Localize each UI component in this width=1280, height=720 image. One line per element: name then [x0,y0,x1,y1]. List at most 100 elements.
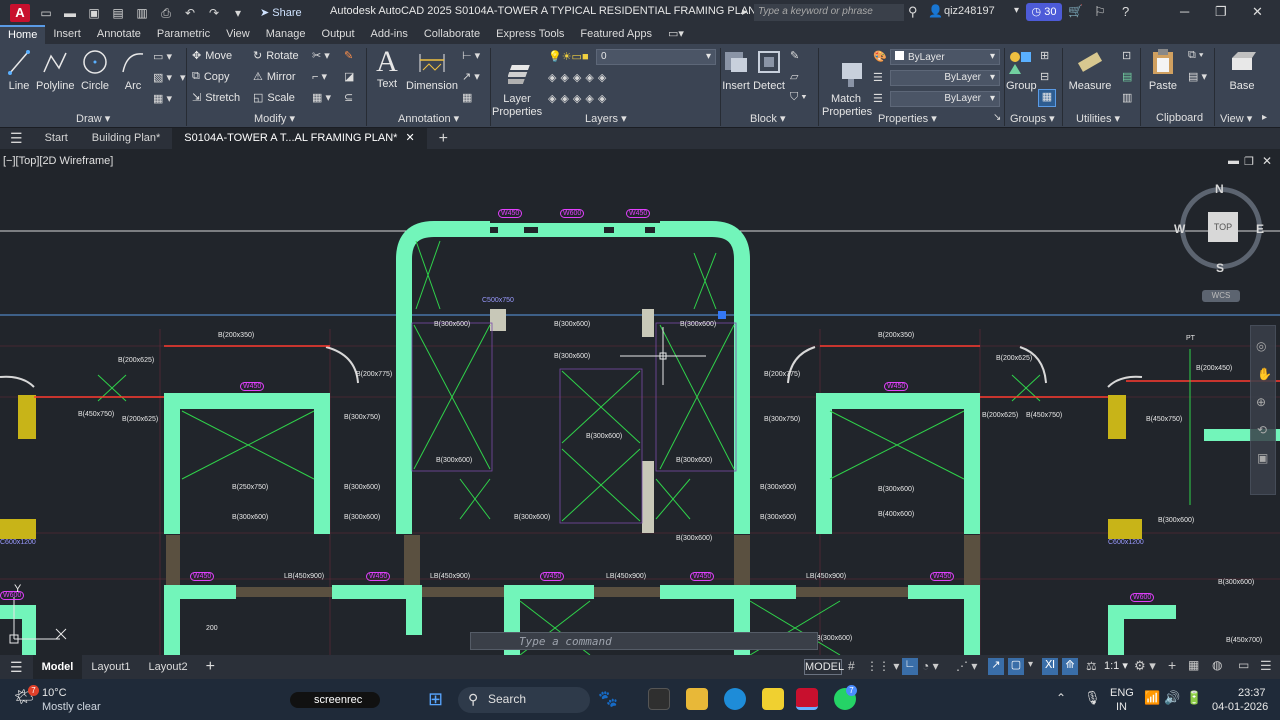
measure-button[interactable]: Measure [1066,48,1114,93]
tab-express-tools[interactable]: Express Tools [488,25,572,44]
web-mobile-icon[interactable]: ▥ [134,6,150,20]
user-dropdown-icon[interactable]: ▾ [1014,5,1019,16]
minimize-icon[interactable]: ─ [1180,4,1189,19]
auto-scale-icon[interactable]: ⟰ [1062,658,1078,675]
help-icon[interactable]: ? [1122,4,1129,19]
object-snap-tracking-icon[interactable]: ↗ [988,658,1004,675]
annotation-scale-dropdown[interactable]: 1:1 ▾ [1104,659,1128,672]
id-point-icon[interactable]: ▥ [1122,91,1132,104]
volume-icon[interactable]: 🔊 [1164,690,1180,706]
group-button[interactable]: Group [1006,48,1037,93]
weather-temp[interactable]: 10°C [42,687,67,699]
color-dropdown[interactable]: ByLayer ▾ [890,49,1000,65]
command-input[interactable]: Type a command [470,632,818,650]
layer-state-icons[interactable]: 💡☀▭■ [548,50,589,63]
tab-view[interactable]: View [218,25,258,44]
linetype-dropdown[interactable]: ByLayer ▾ [890,70,1000,86]
leader-icon[interactable]: ↗ ▾ [462,70,480,83]
utilities-panel-title[interactable]: Utilities ▾ [1076,112,1120,125]
cut-icon[interactable]: ▤ ▾ [1188,70,1207,83]
tab-collaborate[interactable]: Collaborate [416,25,488,44]
draw-more-icon[interactable]: ▾ [180,71,186,84]
drawing-viewport[interactable]: [−][Top][2D Wireframe] ▬ ❐ ✕ W450 W600 W… [0,149,1280,655]
stretch-button[interactable]: ⇲ Stretch [192,91,240,105]
ribbon-scroll-icon[interactable]: ▸ [1262,112,1267,123]
region-indicator[interactable]: IN [1116,701,1127,713]
offset-icon[interactable]: ⊆ [344,91,353,104]
tab-parametric[interactable]: Parametric [149,25,218,44]
edge-icon[interactable] [724,688,746,710]
clock-time[interactable]: 23:37 [1238,687,1266,699]
new-file-icon[interactable]: ▭ [38,6,54,20]
layout-tab-model[interactable]: Model [32,655,83,679]
lineweight-dropdown[interactable]: ByLayer ▾ [890,91,1000,107]
arc-button[interactable]: Arc [118,48,148,93]
annotation-visibility-icon[interactable]: Ⅺ [1042,658,1058,675]
undo-icon[interactable]: ↶ [182,6,198,20]
hatch-icon[interactable]: ▧ ▾ [153,71,172,84]
user-name[interactable]: qiz248197 [944,5,995,17]
windows-start-icon[interactable]: ⊞ [428,689,443,710]
viewcube-top-face[interactable]: TOP [1208,212,1238,242]
layer-properties-button[interactable]: Layer Properties [492,46,542,132]
match-properties-button[interactable]: Match Properties [822,46,872,132]
steering-wheel-icon[interactable]: ◎ [1256,339,1266,353]
viewcube-west[interactable]: W [1174,222,1185,236]
draw-panel-title[interactable]: Draw ▾ [76,112,110,125]
polyline-button[interactable]: Polyline [36,48,75,93]
annotation-monitor-icon[interactable]: + [1168,657,1176,673]
snap-icon[interactable]: ⋮⋮ ▾ [866,659,899,673]
ortho-icon[interactable]: ∟ [902,658,918,675]
cart-icon[interactable]: 🛒 [1068,4,1083,18]
layout-tab-layout1[interactable]: Layout1 [82,655,139,679]
rotate-button[interactable]: ↻ Rotate [253,49,299,63]
maximize-icon[interactable]: ❐ [1215,4,1227,20]
qa-dropdown-icon[interactable]: ▾ [230,6,246,20]
microphone-icon[interactable]: 🎙 [1084,690,1101,706]
customization-menu-icon[interactable]: ☰ [1260,658,1272,674]
redo-icon[interactable]: ↷ [206,6,222,20]
layer-dropdown[interactable]: 0 ▾ [596,49,716,65]
polar-icon[interactable]: ◔ ▾ [922,659,939,673]
create-block-icon[interactable]: ✎ [790,49,799,62]
close-tab-icon[interactable]: ✕ [405,132,414,144]
groups-panel-title[interactable]: Groups ▾ [1010,112,1055,125]
model-space-button[interactable]: MODEL [804,659,844,675]
share-button[interactable]: ➤ Share [260,6,302,19]
print-icon[interactable]: ⎙ [158,6,174,20]
clock-date[interactable]: 04-01-2026 [1212,701,1268,713]
a360-icon[interactable]: ⚐ [1094,4,1106,20]
showmotion-icon[interactable]: ▣ [1257,451,1268,465]
explode-icon[interactable]: ◪ [344,70,354,83]
viewcube-north[interactable]: N [1215,182,1224,196]
view-panel-title[interactable]: View ▾ [1220,112,1252,125]
save-icon[interactable]: ▣ [86,6,102,20]
isodraft-icon[interactable]: ⋰ ▾ [956,659,977,673]
new-tab-icon[interactable]: + [427,128,460,149]
rectangle-icon[interactable]: ▭ ▾ [153,50,172,63]
autocad-logo[interactable]: A [10,3,30,22]
tab-manage[interactable]: Manage [258,25,314,44]
pan-icon[interactable]: ✋ [1257,367,1272,381]
layer-tools-row2[interactable]: ◈◈◈◈◈ [548,92,610,105]
weather-description[interactable]: Mostly clear [42,701,101,713]
tab-home[interactable]: Home [0,25,46,44]
add-layout-icon[interactable]: + [197,655,224,679]
layers-panel-title[interactable]: Layers ▾ [585,112,627,125]
calculator-icon[interactable]: ▤ [1122,70,1132,83]
fillet-icon[interactable]: ⌐ ▾ [312,70,327,83]
annotation-panel-title[interactable]: Annotation ▾ [398,112,459,125]
save-as-icon[interactable]: ▤ [110,6,126,20]
wifi-icon[interactable]: 📶 [1144,690,1160,706]
trial-timer-badge[interactable]: ◷ 30 [1026,3,1062,21]
copy-clip-icon[interactable]: ⧉ ▾ [1188,49,1204,62]
open-file-icon[interactable]: ▬ [62,6,78,20]
file-explorer-icon[interactable] [686,688,708,710]
workspace-gear-icon[interactable]: ⚙ ▾ [1134,658,1156,674]
widget-icon[interactable]: 🐾 [598,689,618,709]
ribbon-options-icon[interactable]: ▭▾ [660,25,692,44]
modify-panel-title[interactable]: Modify ▾ [254,112,295,125]
tab-annotate[interactable]: Annotate [89,25,149,44]
move-button[interactable]: ✥ Move [192,49,232,63]
detect-button[interactable]: Detect [752,48,786,93]
